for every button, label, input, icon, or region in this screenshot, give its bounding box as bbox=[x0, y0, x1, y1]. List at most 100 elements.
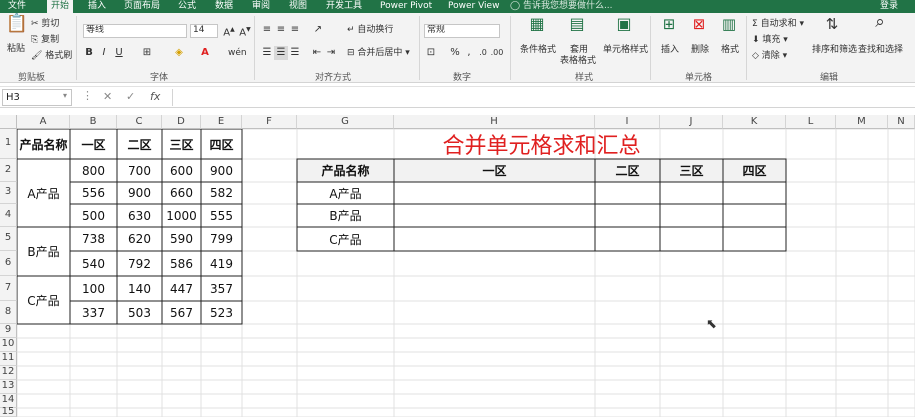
column-header-D[interactable]: D bbox=[162, 115, 201, 129]
align-bottom-icon[interactable]: ≡ bbox=[288, 23, 302, 37]
value-cell[interactable]: 660 bbox=[162, 182, 201, 204]
row-header-12[interactable]: 12 bbox=[0, 366, 17, 380]
value-cell[interactable]: 900 bbox=[201, 159, 242, 182]
table-format-button[interactable]: 套用 bbox=[570, 45, 588, 56]
value-cell[interactable]: 630 bbox=[117, 204, 162, 227]
value-cell[interactable]: 620 bbox=[117, 227, 162, 251]
tab-review[interactable]: 审阅 bbox=[252, 0, 270, 13]
value-cell[interactable]: 738 bbox=[70, 227, 117, 251]
insert-function-icon[interactable]: fx bbox=[150, 90, 160, 103]
summary-empty-cell[interactable] bbox=[660, 227, 723, 251]
column-header-H[interactable]: H bbox=[394, 115, 595, 129]
value-cell[interactable]: 556 bbox=[70, 182, 117, 204]
wrap-text-button[interactable]: ↵ 自动换行 bbox=[347, 25, 393, 36]
tab-developer[interactable]: 开发工具 bbox=[326, 0, 362, 13]
summary-empty-cell[interactable] bbox=[723, 227, 786, 251]
autosum-button[interactable]: Σ 自动求和 ▾ bbox=[752, 19, 804, 30]
row-header-10[interactable]: 10 bbox=[0, 338, 17, 352]
column-header-J[interactable]: J bbox=[660, 115, 723, 129]
summary-title[interactable]: 合并单元格求和汇总 bbox=[297, 129, 786, 159]
cut-button[interactable]: ✂ 剪切 bbox=[31, 19, 59, 30]
value-cell[interactable]: 582 bbox=[201, 182, 242, 204]
align-center-icon[interactable]: ☰ bbox=[274, 46, 288, 60]
decrease-font-icon[interactable]: A▼ bbox=[238, 23, 252, 40]
tell-me-search[interactable]: ◯ 告诉我您想要做什么... bbox=[510, 0, 613, 13]
column-header-C[interactable]: C bbox=[117, 115, 162, 129]
value-cell[interactable]: 419 bbox=[201, 251, 242, 276]
align-left-icon[interactable]: ☰ bbox=[260, 46, 274, 60]
column-header-K[interactable]: K bbox=[723, 115, 786, 129]
row-header-3[interactable]: 3 bbox=[0, 182, 17, 204]
value-cell[interactable]: 1000 bbox=[162, 204, 201, 227]
tab-insert[interactable]: 插入 bbox=[88, 0, 106, 13]
bold-button[interactable]: B bbox=[83, 46, 95, 60]
cancel-icon[interactable]: ✕ bbox=[103, 90, 112, 103]
value-cell[interactable]: 357 bbox=[201, 276, 242, 301]
summary-empty-cell[interactable] bbox=[660, 182, 723, 204]
value-cell[interactable]: 523 bbox=[201, 301, 242, 324]
conditional-format-button[interactable]: 条件格式 bbox=[520, 45, 556, 56]
value-cell[interactable]: 100 bbox=[70, 276, 117, 301]
cell-style-button[interactable]: 单元格样式 bbox=[603, 45, 648, 56]
value-cell[interactable]: 540 bbox=[70, 251, 117, 276]
underline-button[interactable]: U bbox=[113, 46, 125, 60]
paste-button[interactable]: 粘贴 bbox=[7, 44, 25, 55]
tab-file[interactable]: 文件 bbox=[8, 0, 26, 13]
increase-indent-icon[interactable]: ⇥ bbox=[324, 46, 338, 60]
value-cell[interactable]: 792 bbox=[117, 251, 162, 276]
table-format-button-line2[interactable]: 表格格式 bbox=[560, 56, 596, 67]
summary-empty-cell[interactable] bbox=[723, 204, 786, 227]
summary-product-cell[interactable]: A产品 bbox=[297, 182, 394, 204]
tab-formulas[interactable]: 公式 bbox=[178, 0, 196, 13]
column-header-B[interactable]: B bbox=[70, 115, 117, 129]
row-header-15[interactable]: 15 bbox=[0, 407, 17, 417]
summary-empty-cell[interactable] bbox=[394, 227, 595, 251]
sort-filter-button[interactable]: 排序和筛选 bbox=[812, 45, 857, 56]
summary-product-cell[interactable]: B产品 bbox=[297, 204, 394, 227]
value-cell[interactable]: 447 bbox=[162, 276, 201, 301]
increase-decimal-icon[interactable]: .0 bbox=[476, 46, 490, 60]
percent-icon[interactable]: % bbox=[448, 46, 462, 60]
summary-product-cell[interactable]: C产品 bbox=[297, 227, 394, 251]
fill-button[interactable]: ⬇ 填充 ▾ bbox=[752, 35, 788, 46]
border-icon[interactable]: ⊞ bbox=[140, 46, 154, 60]
value-cell[interactable]: 800 bbox=[70, 159, 117, 182]
column-header-G[interactable]: G bbox=[297, 115, 394, 129]
left-header-cell[interactable]: 一区 bbox=[70, 129, 117, 159]
name-box[interactable]: H3 bbox=[2, 89, 72, 106]
tab-view[interactable]: 视图 bbox=[289, 0, 307, 13]
orientation-icon[interactable]: ↗ bbox=[310, 23, 326, 37]
summary-empty-cell[interactable] bbox=[595, 227, 660, 251]
delete-cells-button[interactable]: 删除 bbox=[691, 45, 709, 56]
value-cell[interactable]: 567 bbox=[162, 301, 201, 324]
column-header-N[interactable]: N bbox=[888, 115, 915, 129]
summary-header-cell[interactable]: 产品名称 bbox=[297, 159, 394, 182]
tab-home[interactable]: 开始 bbox=[47, 0, 74, 13]
find-select-button[interactable]: 查找和选择 bbox=[858, 45, 903, 56]
row-header-13[interactable]: 13 bbox=[0, 380, 17, 394]
value-cell[interactable]: 700 bbox=[117, 159, 162, 182]
row-header-9[interactable]: 9 bbox=[0, 324, 17, 338]
summary-header-cell[interactable]: 二区 bbox=[595, 159, 660, 182]
left-header-cell[interactable]: 二区 bbox=[117, 129, 162, 159]
value-cell[interactable]: 500 bbox=[70, 204, 117, 227]
row-header-4[interactable]: 4 bbox=[0, 204, 17, 227]
row-header-1[interactable]: 1 bbox=[0, 129, 17, 159]
font-name-select[interactable]: 等线 bbox=[83, 24, 187, 38]
align-middle-icon[interactable]: ≡ bbox=[274, 23, 288, 37]
worksheet-grid[interactable]: 产品名称 一区 二区 三区 四区 A产品 B产品 C产品 800 700 600 900 556 900 6… bbox=[0, 112, 915, 417]
tab-page-layout[interactable]: 页面布局 bbox=[124, 0, 160, 13]
format-painter-button[interactable]: 🖌 格式刷 bbox=[31, 51, 72, 62]
row-header-6[interactable]: 6 bbox=[0, 251, 17, 276]
value-cell[interactable]: 555 bbox=[201, 204, 242, 227]
formula-input[interactable] bbox=[172, 89, 912, 106]
select-all-corner[interactable] bbox=[0, 115, 17, 129]
tab-power-view[interactable]: Power View bbox=[448, 0, 499, 13]
column-header-E[interactable]: E bbox=[201, 115, 242, 129]
value-cell[interactable]: 590 bbox=[162, 227, 201, 251]
number-format-select[interactable]: 常规 bbox=[424, 24, 500, 38]
column-header-M[interactable]: M bbox=[836, 115, 888, 129]
value-cell[interactable]: 586 bbox=[162, 251, 201, 276]
currency-icon[interactable]: ⊡ bbox=[424, 46, 438, 60]
clear-button[interactable]: ◇ 清除 ▾ bbox=[752, 51, 787, 62]
